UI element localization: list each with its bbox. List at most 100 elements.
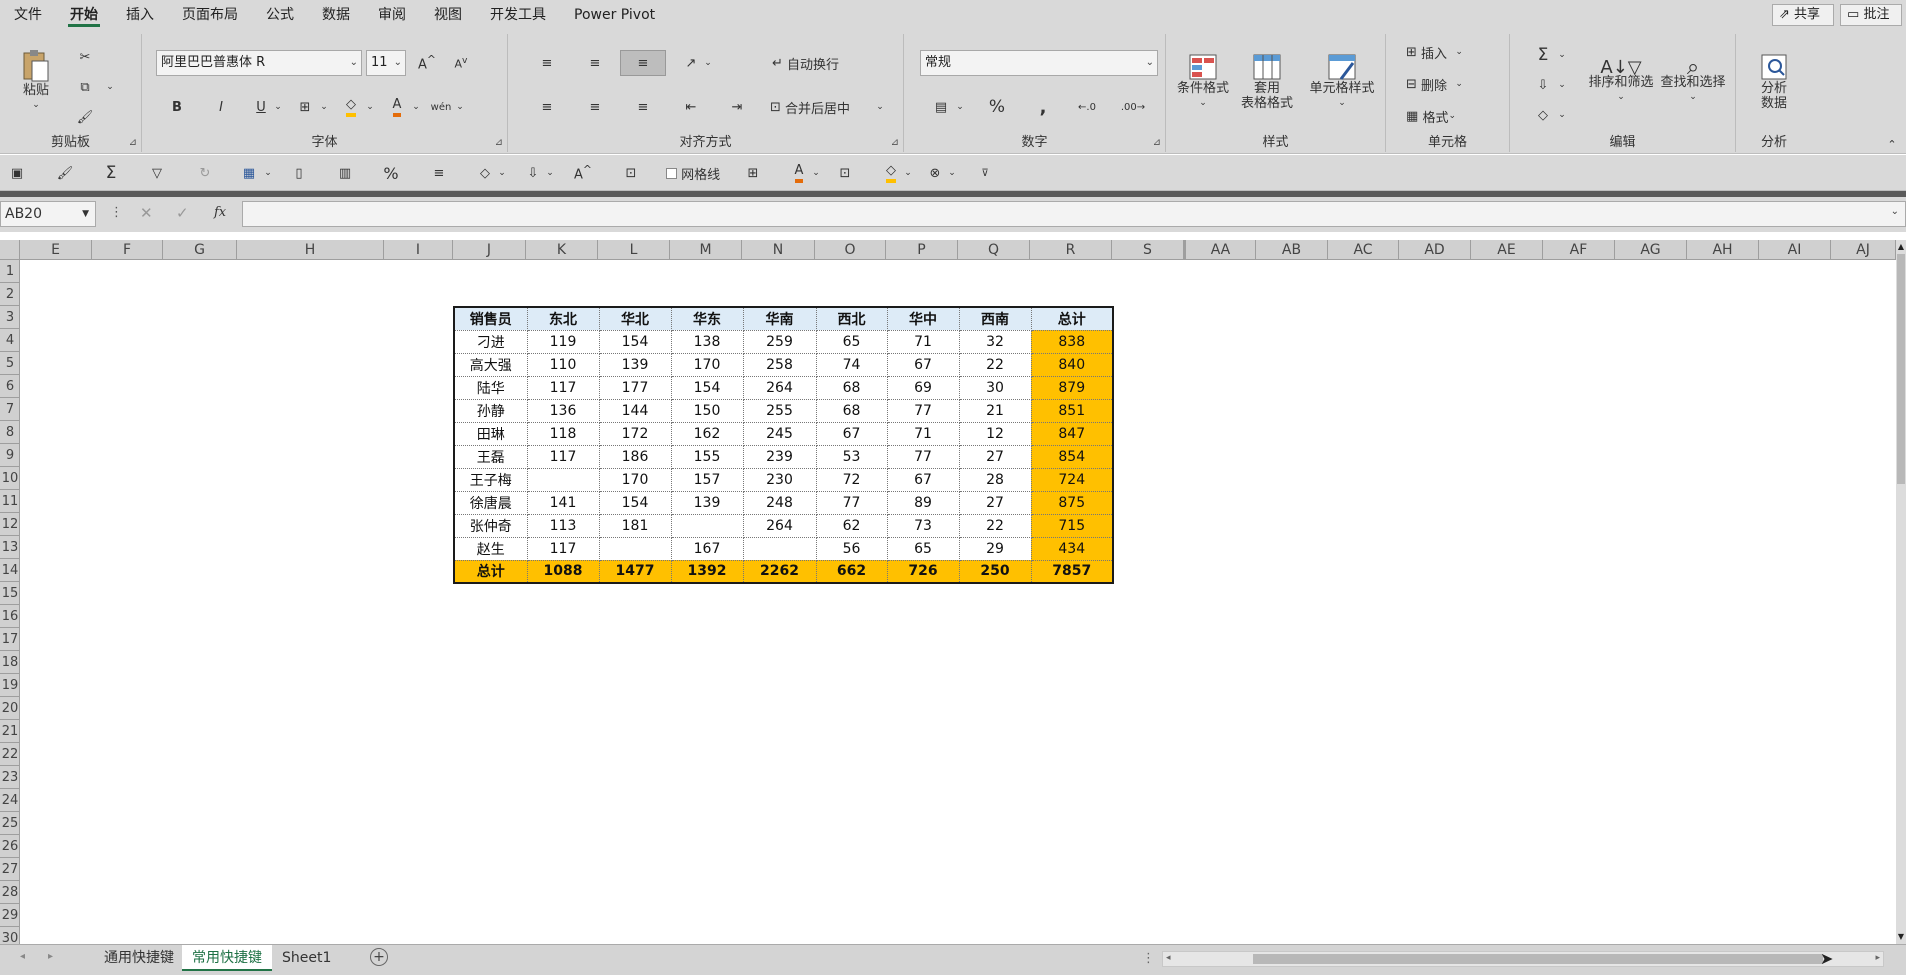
- autosum-dropdown[interactable]: ⌄: [1556, 46, 1568, 64]
- row-header[interactable]: 17: [0, 628, 20, 651]
- align-right-button[interactable]: ≡: [630, 94, 656, 120]
- sheet-tab[interactable]: 通用快捷键: [94, 945, 184, 971]
- format-cells-button[interactable]: ▦ 格式 ⌄: [1406, 104, 1496, 128]
- increase-font-button[interactable]: A^: [414, 50, 440, 76]
- horizontal-scroll-thumb[interactable]: [1253, 954, 1823, 964]
- table-cell[interactable]: 销售员: [453, 306, 528, 331]
- conditional-format-button[interactable]: 条件格式 ⌄: [1172, 42, 1234, 122]
- row-header[interactable]: 12: [0, 513, 20, 536]
- table-cell[interactable]: 1477: [598, 559, 672, 584]
- menu-page-layout[interactable]: 页面布局: [168, 0, 252, 30]
- qat-merge-button[interactable]: ⊡: [832, 160, 858, 186]
- row-header[interactable]: 3: [0, 306, 20, 329]
- italic-button[interactable]: I: [208, 94, 234, 120]
- dialog-launcher-icon[interactable]: ⊿: [891, 137, 899, 148]
- row-header[interactable]: 4: [0, 329, 20, 352]
- more-options-icon[interactable]: ⋮: [1142, 951, 1155, 966]
- table-cell[interactable]: 1392: [670, 559, 744, 584]
- table-cell[interactable]: 71: [886, 329, 960, 354]
- table-cell[interactable]: 119: [526, 329, 600, 354]
- clear-dropdown[interactable]: ⌄: [1556, 106, 1568, 124]
- column-header[interactable]: O: [815, 240, 886, 260]
- table-cell[interactable]: 258: [742, 352, 817, 377]
- collapse-ribbon-button[interactable]: ⌃: [1884, 136, 1900, 152]
- table-cell[interactable]: 7857: [1030, 559, 1114, 584]
- table-cell[interactable]: 张仲奇: [453, 513, 528, 538]
- table-cell[interactable]: 239: [742, 444, 817, 469]
- tab-scroll-left-icon[interactable]: ◂: [20, 951, 25, 962]
- qat-insert-table-button[interactable]: ▦: [236, 160, 262, 186]
- table-cell[interactable]: 28: [958, 467, 1032, 492]
- table-cell[interactable]: 181: [598, 513, 672, 538]
- scroll-up-icon[interactable]: ▲: [1897, 242, 1905, 252]
- row-header[interactable]: 26: [0, 835, 20, 858]
- orientation-dropdown[interactable]: ⌄: [702, 54, 714, 72]
- sheet-tab[interactable]: 常用快捷键: [182, 945, 272, 971]
- row-header[interactable]: 14: [0, 559, 20, 582]
- column-header[interactable]: AC: [1328, 240, 1399, 260]
- table-cell[interactable]: 华南: [742, 306, 817, 331]
- column-header[interactable]: AA: [1184, 240, 1256, 260]
- row-header[interactable]: 10: [0, 467, 20, 490]
- dialog-launcher-icon[interactable]: ⊿: [129, 137, 137, 148]
- table-cell[interactable]: 245: [742, 421, 817, 446]
- table-cell[interactable]: 刁进: [453, 329, 528, 354]
- table-cell[interactable]: 东北: [526, 306, 600, 331]
- column-header[interactable]: H: [237, 240, 384, 260]
- copy-dropdown[interactable]: ⌄: [104, 78, 116, 96]
- table-cell[interactable]: 27: [958, 444, 1032, 469]
- increase-indent-button[interactable]: ⇥: [724, 94, 750, 120]
- table-cell[interactable]: 21: [958, 398, 1032, 423]
- row-header[interactable]: 18: [0, 651, 20, 674]
- row-header[interactable]: 19: [0, 674, 20, 697]
- table-cell[interactable]: 154: [598, 490, 672, 515]
- column-header[interactable]: F: [92, 240, 163, 260]
- table-cell[interactable]: 71: [886, 421, 960, 446]
- qat-autosum-button[interactable]: Σ: [98, 160, 124, 186]
- column-header[interactable]: AD: [1399, 240, 1471, 260]
- add-sheet-icon[interactable]: +: [370, 948, 388, 966]
- qat-gridlines-checkbox[interactable]: 网格线: [666, 160, 750, 186]
- table-cell[interactable]: 724: [1030, 467, 1114, 492]
- column-header[interactable]: I: [384, 240, 453, 260]
- table-cell[interactable]: 62: [815, 513, 888, 538]
- table-cell[interactable]: 851: [1030, 398, 1114, 423]
- table-cell[interactable]: 53: [815, 444, 888, 469]
- table-cell[interactable]: 29: [958, 536, 1032, 561]
- menu-power-pivot[interactable]: Power Pivot: [560, 0, 669, 30]
- fill-dropdown[interactable]: ⌄: [1556, 76, 1568, 94]
- column-header[interactable]: AB: [1256, 240, 1328, 260]
- orientation-button[interactable]: ↗: [678, 50, 704, 76]
- table-cell[interactable]: 西北: [815, 306, 888, 331]
- row-header[interactable]: 8: [0, 421, 20, 444]
- table-cell[interactable]: 67: [886, 467, 960, 492]
- qat-font-color-button[interactable]: A: [786, 160, 812, 186]
- table-cell[interactable]: 赵生: [453, 536, 528, 561]
- column-header[interactable]: S: [1112, 240, 1184, 260]
- table-cell[interactable]: 177: [598, 375, 672, 400]
- row-header[interactable]: 1: [0, 260, 20, 283]
- table-cell[interactable]: 华中: [886, 306, 960, 331]
- table-cell[interactable]: 255: [742, 398, 817, 423]
- column-header[interactable]: M: [670, 240, 742, 260]
- column-header[interactable]: AF: [1543, 240, 1615, 260]
- table-cell[interactable]: 89: [886, 490, 960, 515]
- table-cell[interactable]: 248: [742, 490, 817, 515]
- qat-insert-table-dropdown[interactable]: ⌄: [262, 164, 274, 182]
- fill-color-dropdown[interactable]: ⌄: [364, 98, 376, 116]
- cancel-icon[interactable]: ✕: [140, 204, 153, 222]
- qat-fill-down-dropdown[interactable]: ⌄: [544, 164, 556, 182]
- qat-fill-color-button[interactable]: ◇: [878, 160, 904, 186]
- table-cell[interactable]: 67: [815, 421, 888, 446]
- qat-borders-button[interactable]: ⊞: [740, 160, 766, 186]
- align-left-button[interactable]: ≡: [534, 94, 560, 120]
- horizontal-scrollbar[interactable]: ◂ ▸: [1162, 951, 1884, 967]
- table-cell[interactable]: 230: [742, 467, 817, 492]
- table-cell[interactable]: 72: [815, 467, 888, 492]
- vertical-scrollbar[interactable]: ▲ ▼: [1896, 240, 1906, 944]
- column-header[interactable]: AG: [1615, 240, 1687, 260]
- table-cell[interactable]: 总计: [1030, 306, 1114, 331]
- table-cell[interactable]: 69: [886, 375, 960, 400]
- table-cell[interactable]: 117: [526, 375, 600, 400]
- table-cell[interactable]: 154: [670, 375, 744, 400]
